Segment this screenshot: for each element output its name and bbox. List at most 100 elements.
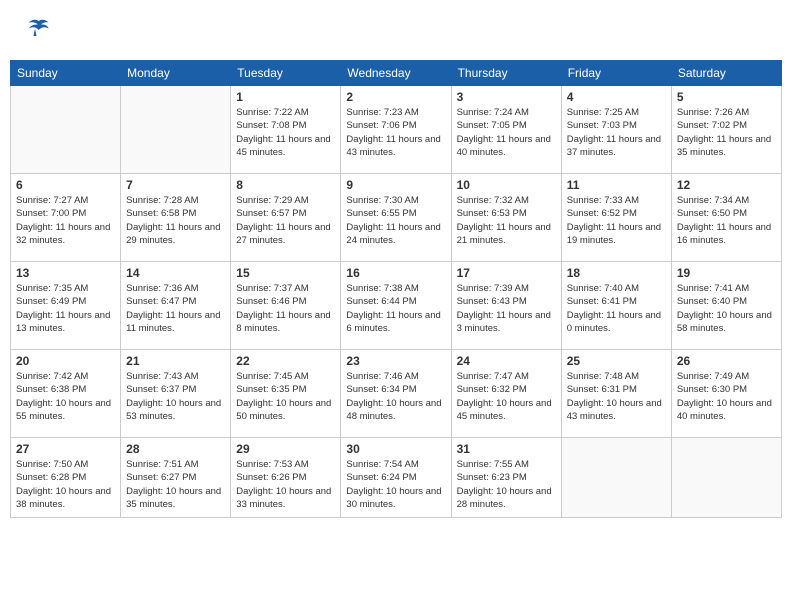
day-info: Sunrise: 7:50 AMSunset: 6:28 PMDaylight:… xyxy=(16,458,115,511)
column-header-monday: Monday xyxy=(121,61,231,86)
calendar-cell xyxy=(671,438,781,518)
day-info: Sunrise: 7:27 AMSunset: 7:00 PMDaylight:… xyxy=(16,194,115,247)
header-row: SundayMondayTuesdayWednesdayThursdayFrid… xyxy=(11,61,782,86)
calendar-cell: 27 Sunrise: 7:50 AMSunset: 6:28 PMDayligh… xyxy=(11,438,121,518)
calendar-cell: 20Sunrise: 7:42 AMSunset: 6:38 PMDayligh… xyxy=(11,350,121,438)
day-number: 29 xyxy=(236,442,335,456)
logo-icon xyxy=(20,15,50,45)
day-number: 19 xyxy=(677,266,776,280)
calendar-cell: 15Sunrise: 7:37 AMSunset: 6:46 PMDayligh… xyxy=(231,262,341,350)
day-info: Sunrise: 7:26 AMSunset: 7:02 PMDaylight:… xyxy=(677,106,776,159)
day-number: 16 xyxy=(346,266,445,280)
day-info: Sunrise: 7:48 AMSunset: 6:31 PMDaylight:… xyxy=(567,370,666,423)
day-info: Sunrise: 7:22 AMSunset: 7:08 PMDaylight:… xyxy=(236,106,335,159)
day-info: Sunrise: 7:46 AMSunset: 6:34 PMDaylight:… xyxy=(346,370,445,423)
calendar-cell: 7 Sunrise: 7:28 AMSunset: 6:58 PMDaylight… xyxy=(121,174,231,262)
calendar-cell: 13 Sunrise: 7:35 AMSunset: 6:49 PMDayligh… xyxy=(11,262,121,350)
calendar-cell: 21Sunrise: 7:43 AMSunset: 6:37 PMDayligh… xyxy=(121,350,231,438)
calendar-cell: 14 Sunrise: 7:36 AMSunset: 6:47 PMDayligh… xyxy=(121,262,231,350)
day-number: 4 xyxy=(567,90,666,104)
day-number: 23 xyxy=(346,354,445,368)
day-info: Sunrise: 7:45 AMSunset: 6:35 PMDaylight:… xyxy=(236,370,335,423)
day-info: Sunrise: 7:28 AMSunset: 6:58 PMDaylight:… xyxy=(126,194,225,247)
column-header-sunday: Sunday xyxy=(11,61,121,86)
day-number: 21 xyxy=(126,354,225,368)
calendar-cell: 25 Sunrise: 7:48 AMSunset: 6:31 PMDayligh… xyxy=(561,350,671,438)
calendar-cell: 17 Sunrise: 7:39 AMSunset: 6:43 PMDayligh… xyxy=(451,262,561,350)
day-number: 22 xyxy=(236,354,335,368)
day-info: Sunrise: 7:25 AMSunset: 7:03 PMDaylight:… xyxy=(567,106,666,159)
week-row: 1Sunrise: 7:22 AMSunset: 7:08 PMDaylight… xyxy=(11,86,782,174)
day-info: Sunrise: 7:36 AMSunset: 6:47 PMDaylight:… xyxy=(126,282,225,335)
day-number: 18 xyxy=(567,266,666,280)
calendar-cell: 22 Sunrise: 7:45 AMSunset: 6:35 PMDayligh… xyxy=(231,350,341,438)
day-info: Sunrise: 7:41 AMSunset: 6:40 PMDaylight:… xyxy=(677,282,776,335)
calendar-cell: 1Sunrise: 7:22 AMSunset: 7:08 PMDaylight… xyxy=(231,86,341,174)
day-info: Sunrise: 7:54 AMSunset: 6:24 PMDaylight:… xyxy=(346,458,445,511)
calendar-cell: 12 Sunrise: 7:34 AMSunset: 6:50 PMDayligh… xyxy=(671,174,781,262)
calendar-cell: 18 Sunrise: 7:40 AMSunset: 6:41 PMDayligh… xyxy=(561,262,671,350)
day-info: Sunrise: 7:39 AMSunset: 6:43 PMDaylight:… xyxy=(457,282,556,335)
calendar-cell: 4 Sunrise: 7:25 AMSunset: 7:03 PMDaylight… xyxy=(561,86,671,174)
page-header xyxy=(0,0,792,60)
day-number: 2 xyxy=(346,90,445,104)
day-number: 28 xyxy=(126,442,225,456)
day-number: 25 xyxy=(567,354,666,368)
day-info: Sunrise: 7:38 AMSunset: 6:44 PMDaylight:… xyxy=(346,282,445,335)
day-info: Sunrise: 7:29 AMSunset: 6:57 PMDaylight:… xyxy=(236,194,335,247)
day-number: 27 xyxy=(16,442,115,456)
column-header-thursday: Thursday xyxy=(451,61,561,86)
calendar-cell: 16 Sunrise: 7:38 AMSunset: 6:44 PMDayligh… xyxy=(341,262,451,350)
day-number: 26 xyxy=(677,354,776,368)
day-number: 3 xyxy=(457,90,556,104)
day-number: 10 xyxy=(457,178,556,192)
week-row: 6 Sunrise: 7:27 AMSunset: 7:00 PMDaylight… xyxy=(11,174,782,262)
week-row: 20Sunrise: 7:42 AMSunset: 6:38 PMDayligh… xyxy=(11,350,782,438)
logo xyxy=(20,15,52,50)
day-number: 31 xyxy=(457,442,556,456)
day-number: 12 xyxy=(677,178,776,192)
calendar-cell: 10 Sunrise: 7:32 AMSunset: 6:53 PMDayligh… xyxy=(451,174,561,262)
calendar-cell: 9 Sunrise: 7:30 AMSunset: 6:55 PMDaylight… xyxy=(341,174,451,262)
day-number: 11 xyxy=(567,178,666,192)
calendar-cell: 6 Sunrise: 7:27 AMSunset: 7:00 PMDaylight… xyxy=(11,174,121,262)
calendar-cell: 29 Sunrise: 7:53 AMSunset: 6:26 PMDayligh… xyxy=(231,438,341,518)
day-info: Sunrise: 7:34 AMSunset: 6:50 PMDaylight:… xyxy=(677,194,776,247)
day-info: Sunrise: 7:32 AMSunset: 6:53 PMDaylight:… xyxy=(457,194,556,247)
column-header-tuesday: Tuesday xyxy=(231,61,341,86)
day-number: 17 xyxy=(457,266,556,280)
day-info: Sunrise: 7:35 AMSunset: 6:49 PMDaylight:… xyxy=(16,282,115,335)
column-header-saturday: Saturday xyxy=(671,61,781,86)
day-info: Sunrise: 7:51 AMSunset: 6:27 PMDaylight:… xyxy=(126,458,225,511)
day-info: Sunrise: 7:55 AMSunset: 6:23 PMDaylight:… xyxy=(457,458,556,511)
calendar-cell: 8Sunrise: 7:29 AMSunset: 6:57 PMDaylight… xyxy=(231,174,341,262)
calendar-table: SundayMondayTuesdayWednesdayThursdayFrid… xyxy=(10,60,782,518)
week-row: 13 Sunrise: 7:35 AMSunset: 6:49 PMDayligh… xyxy=(11,262,782,350)
day-number: 14 xyxy=(126,266,225,280)
calendar-cell: 26 Sunrise: 7:49 AMSunset: 6:30 PMDayligh… xyxy=(671,350,781,438)
day-info: Sunrise: 7:30 AMSunset: 6:55 PMDaylight:… xyxy=(346,194,445,247)
day-info: Sunrise: 7:53 AMSunset: 6:26 PMDaylight:… xyxy=(236,458,335,511)
day-number: 15 xyxy=(236,266,335,280)
calendar-cell: 19 Sunrise: 7:41 AMSunset: 6:40 PMDayligh… xyxy=(671,262,781,350)
day-info: Sunrise: 7:40 AMSunset: 6:41 PMDaylight:… xyxy=(567,282,666,335)
day-info: Sunrise: 7:33 AMSunset: 6:52 PMDaylight:… xyxy=(567,194,666,247)
day-info: Sunrise: 7:24 AMSunset: 7:05 PMDaylight:… xyxy=(457,106,556,159)
calendar-cell: 30 Sunrise: 7:54 AMSunset: 6:24 PMDayligh… xyxy=(341,438,451,518)
day-number: 9 xyxy=(346,178,445,192)
day-number: 24 xyxy=(457,354,556,368)
calendar-cell: 23 Sunrise: 7:46 AMSunset: 6:34 PMDayligh… xyxy=(341,350,451,438)
day-number: 6 xyxy=(16,178,115,192)
day-info: Sunrise: 7:49 AMSunset: 6:30 PMDaylight:… xyxy=(677,370,776,423)
day-number: 7 xyxy=(126,178,225,192)
calendar-cell: 24 Sunrise: 7:47 AMSunset: 6:32 PMDayligh… xyxy=(451,350,561,438)
calendar-cell: 5 Sunrise: 7:26 AMSunset: 7:02 PMDaylight… xyxy=(671,86,781,174)
week-row: 27 Sunrise: 7:50 AMSunset: 6:28 PMDayligh… xyxy=(11,438,782,518)
day-number: 5 xyxy=(677,90,776,104)
calendar-cell: 28 Sunrise: 7:51 AMSunset: 6:27 PMDayligh… xyxy=(121,438,231,518)
calendar-cell: 2Sunrise: 7:23 AMSunset: 7:06 PMDaylight… xyxy=(341,86,451,174)
day-number: 30 xyxy=(346,442,445,456)
column-header-wednesday: Wednesday xyxy=(341,61,451,86)
day-number: 13 xyxy=(16,266,115,280)
day-info: Sunrise: 7:47 AMSunset: 6:32 PMDaylight:… xyxy=(457,370,556,423)
